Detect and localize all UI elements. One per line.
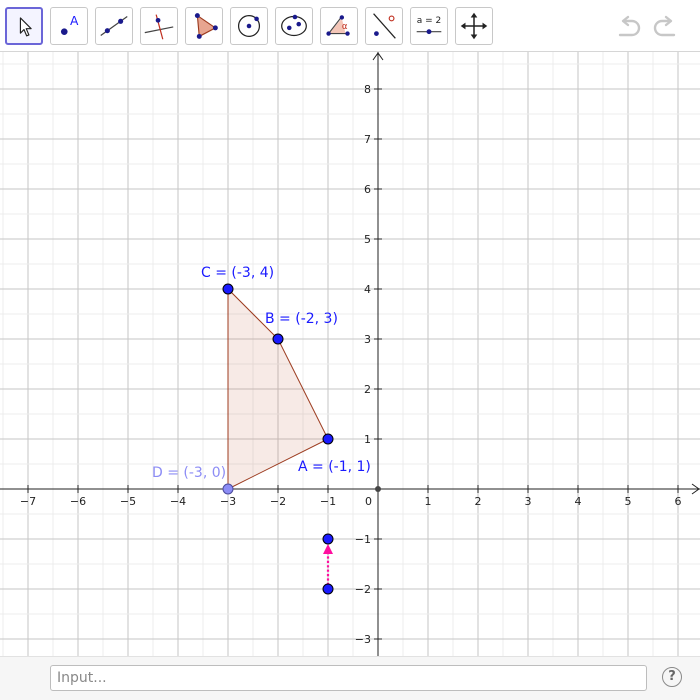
axes <box>0 52 700 656</box>
slider-tool-label: a = 2 <box>417 16 442 26</box>
x-tick-label: −7 <box>20 495 36 508</box>
move-graphics-view-icon <box>460 12 488 40</box>
x-tick-label: 2 <box>475 495 482 508</box>
origin-label: 0 <box>365 495 372 508</box>
x-tick-label: −4 <box>170 495 186 508</box>
point-tool-label: A <box>70 14 79 28</box>
point-a[interactable] <box>322 433 334 445</box>
undo-icon <box>618 15 641 37</box>
point-tool-button[interactable]: A <box>50 7 88 45</box>
vector-end-point[interactable] <box>322 533 334 545</box>
x-tick-label: −1 <box>320 495 336 508</box>
x-tick-label: 3 <box>525 495 532 508</box>
y-tick-label: 2 <box>364 383 371 396</box>
y-tick-label: 1 <box>364 433 371 446</box>
y-tick-label: −3 <box>355 633 371 646</box>
move-arrow-icon <box>19 17 32 37</box>
slider-icon: a = 2 <box>416 16 442 35</box>
point-c-label: C = (-3, 4) <box>201 265 274 281</box>
graphics-view[interactable]: −7 −6 −5 −4 −3 −2 −1 1 2 3 4 5 6 −3 −2 −1 1 2 3 4 5 6 7 8 0 A = … <box>0 52 700 656</box>
y-tick-label: 4 <box>364 283 371 296</box>
slider-tool-button[interactable]: a = 2 <box>410 7 448 45</box>
polygon-tool-button[interactable] <box>185 7 223 45</box>
point-b[interactable] <box>272 333 284 345</box>
point-d-label: D = (-3, 0) <box>152 465 226 481</box>
polygon-icon <box>194 13 218 39</box>
move-graphics-view-tool-button[interactable] <box>455 7 493 45</box>
y-tick-label: −2 <box>355 583 371 596</box>
x-tick-label: −2 <box>270 495 286 508</box>
undo-button[interactable] <box>614 14 644 40</box>
angle-tool-label: α <box>342 22 348 32</box>
x-tick-label: −5 <box>120 495 136 508</box>
input-field[interactable] <box>50 665 647 691</box>
reflect-tool-button[interactable] <box>365 7 403 45</box>
x-tick-label: −6 <box>70 495 86 508</box>
y-tick-label: −1 <box>355 533 371 546</box>
x-tick-label: 5 <box>625 495 632 508</box>
x-tick-label: 6 <box>675 495 682 508</box>
reflect-about-line-icon <box>373 13 396 39</box>
line-tool-button[interactable] <box>95 7 133 45</box>
toolbar: A α a = 2 <box>0 0 700 52</box>
x-tick-label: 1 <box>425 495 432 508</box>
point-a-label: A = (-1, 1) <box>298 459 371 475</box>
y-tick-label: 5 <box>364 233 371 246</box>
perpendicular-line-icon <box>144 14 174 40</box>
redo-button[interactable] <box>650 14 680 40</box>
origin-point <box>375 486 381 492</box>
y-tick-label: 3 <box>364 333 371 346</box>
point-c[interactable] <box>222 283 234 295</box>
x-tick-label: −3 <box>220 495 236 508</box>
point-icon: A <box>60 14 79 35</box>
help-button[interactable]: ? <box>662 667 682 687</box>
grid <box>0 52 700 656</box>
redo-icon <box>653 15 676 37</box>
circle-tool-button[interactable] <box>230 7 268 45</box>
angle-tool-button[interactable]: α <box>320 7 358 45</box>
ellipse-icon <box>281 14 307 37</box>
ellipse-tool-button[interactable] <box>275 7 313 45</box>
vector-start-point[interactable] <box>322 583 334 595</box>
coordinate-plane[interactable]: −7 −6 −5 −4 −3 −2 −1 1 2 3 4 5 6 −3 −2 −1 1 2 3 4 5 6 7 8 0 A = … <box>0 52 700 656</box>
x-tick-label: 4 <box>575 495 582 508</box>
move-tool-button[interactable] <box>5 7 43 45</box>
y-tick-label: 8 <box>364 83 371 96</box>
circle-with-center-icon <box>237 14 261 38</box>
point-b-label: B = (-2, 3) <box>265 311 338 327</box>
input-bar: ? <box>0 656 700 700</box>
angle-icon: α <box>326 15 350 36</box>
line-through-two-points-icon <box>100 16 128 36</box>
vector-arrowhead <box>323 544 333 554</box>
y-tick-label: 6 <box>364 183 371 196</box>
point-d[interactable] <box>222 483 234 495</box>
y-tick-label: 7 <box>364 133 371 146</box>
perpendicular-line-tool-button[interactable] <box>140 7 178 45</box>
